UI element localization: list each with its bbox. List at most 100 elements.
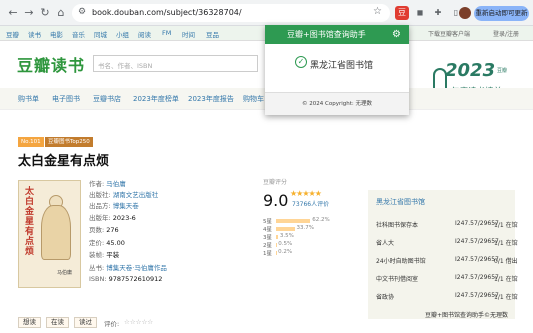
url-text[interactable]: book.douban.com/subject/36328704/ (92, 8, 242, 17)
update-button[interactable]: 重新启动即可更新 (474, 6, 529, 21)
subnav-item-cart[interactable]: 购物车 (243, 94, 264, 104)
rating-bar-percent: 0.2% (278, 249, 293, 255)
want-read-button[interactable]: 想读 (18, 317, 41, 328)
library-row: 社科图书保存本 I247.57/29657 1/1 在馆 (368, 216, 518, 232)
home-icon[interactable]: ⌂ (54, 6, 68, 20)
popup-footer: © 2024 Copyright: 无理数 (265, 92, 409, 115)
rating-stars-icon: ★★★★★ (290, 189, 322, 198)
search-placeholder: 书名、作者、ISBN (98, 62, 153, 70)
search-input[interactable]: 书名、作者、ISBN (93, 55, 258, 72)
library-row-place: 中文书刊借阅室 (376, 276, 419, 283)
topnav-item-douban[interactable]: 豆瓣 (6, 29, 19, 39)
series-link[interactable]: 博集天卷·马伯庸作品 (106, 264, 167, 272)
topnav-item-local[interactable]: 同城 (94, 29, 107, 39)
rating-bar-percent: 33.7% (296, 225, 315, 231)
rank-badge[interactable]: No.101 (18, 137, 44, 147)
subnav-item-annual-report[interactable]: 2023年度报告 (188, 94, 234, 104)
rating-bar-percent: 3.5% (279, 233, 294, 239)
library-holdings-panel: 黑龙江省图书馆 社科图书保存本 I247.57/29657 1/1 在馆省人大 I24… (368, 190, 518, 319)
rating-count[interactable]: 73766人评价 (292, 199, 329, 208)
rating-bar-star: 5星 (263, 219, 272, 225)
forward-icon[interactable]: → (22, 6, 36, 20)
producer-link[interactable]: 博集天卷 (113, 202, 139, 210)
cover-title: 太白金星有点烦 (25, 187, 35, 257)
topnav-item-movie[interactable]: 电影 (50, 29, 63, 39)
library-row: 省政协 I247.57/29657 1/1 在馆 (368, 288, 518, 304)
info-producer: 出品方: 博集天卷 (89, 202, 139, 210)
rating-score: 9.0 (263, 191, 289, 210)
douban-read-logo[interactable]: 豆瓣读书 (17, 52, 85, 76)
library-panel-title[interactable]: 黑龙江省图书馆 (376, 197, 425, 207)
back-icon[interactable]: ← (6, 6, 20, 20)
top250-badge[interactable]: 豆瓣图书Top250 (45, 137, 93, 147)
subnav-item-store[interactable]: 豆瓣书店 (93, 94, 121, 104)
library-row-callno: I247.57/29657 (455, 274, 499, 281)
info-isbn: ISBN: 9787572610912 (89, 275, 163, 283)
rating-bar-star: 1星 (263, 251, 272, 257)
library-row-status: 1/1 在馆 (494, 294, 518, 301)
reload-icon[interactable]: ↻ (38, 6, 52, 20)
library-row-place: 24小时自助图书馆 (376, 258, 426, 265)
rating-bar-percent: 62.2% (312, 217, 330, 223)
library-helper-popup: 豆瓣+图书馆查询助手 ⚙ ✓ 黑龙江省图书馆 © 2024 Copyright:… (265, 25, 409, 115)
library-row-place: 省人大 (376, 240, 395, 247)
info-binding: 装帧: 平装 (89, 251, 120, 259)
library-panel-footer: 豆瓣+图书馆查询助手©无理数 (425, 312, 509, 319)
subnav-item-ebook[interactable]: 电子图书 (52, 94, 80, 104)
cover-figure (41, 205, 71, 260)
bookmark-star-icon[interactable]: ☆ (373, 6, 382, 17)
popup-title: 豆瓣+图书馆查询助手 (287, 30, 366, 39)
avatar[interactable] (459, 7, 471, 19)
banner-year: 2023 (445, 60, 496, 81)
library-row-place: 省政协 (376, 294, 395, 301)
library-row-status: 0/1 借出 (494, 258, 518, 265)
gear-icon[interactable]: ⚙ (392, 25, 401, 44)
info-pubyear: 出版年: 2023-6 (89, 214, 136, 222)
rating-bar-row: 1星 0.2% (263, 249, 353, 257)
subnav-item-annual-list[interactable]: 2023年度榜单 (133, 94, 179, 104)
info-price: 定价: 45.00 (89, 239, 125, 247)
topnav-item-read[interactable]: 读书 (28, 29, 41, 39)
book-title: 太白金星有点烦 (18, 154, 110, 169)
topnav-item-music[interactable]: 音乐 (72, 29, 85, 39)
publisher-link[interactable]: 湖南文艺出版社 (113, 191, 159, 199)
library-row-callno: I247.57/29657 (455, 220, 499, 227)
topnav-item-time[interactable]: 时间 (182, 29, 195, 39)
topnav-item-group[interactable]: 小组 (116, 29, 129, 39)
rating-bar-percent: 0.5% (278, 241, 293, 247)
extension-icon[interactable]: ◼ (413, 6, 427, 20)
address-bar[interactable]: ⚙ book.douban.com/subject/36328704/ ☆ (72, 4, 390, 22)
rating-bar-star: 3星 (263, 235, 272, 241)
browser-toolbar: ← → ↻ ⌂ ⚙ book.douban.com/subject/363287… (0, 0, 533, 26)
rate-stars-icon[interactable]: ☆☆☆☆☆ (124, 318, 153, 326)
book-cover[interactable]: 太白金星有点烦 马伯庸 (18, 180, 81, 288)
topnav-item-fm[interactable]: FM (162, 29, 171, 37)
topnav-item-goods[interactable]: 豆品 (206, 29, 219, 39)
rating-bar-star: 2星 (263, 243, 272, 249)
info-author: 作者: 马伯庸 (89, 180, 126, 188)
douban-extension-icon[interactable]: 豆 (395, 6, 409, 20)
library-row-status: 1/1 在馆 (494, 222, 518, 229)
rating-bar-row: 2星 0.5% (263, 241, 353, 249)
popup-header: 豆瓣+图书馆查询助手 ⚙ (265, 25, 409, 44)
reading-button[interactable]: 在读 (46, 317, 69, 328)
download-app-link[interactable]: 下载豆瓣客户端 (428, 29, 470, 38)
info-series: 丛书: 博集天卷·马伯庸作品 (89, 264, 167, 272)
read-button[interactable]: 读过 (74, 317, 97, 328)
cover-author: 马伯庸 (57, 270, 73, 276)
site-info-icon[interactable]: ⚙ (78, 7, 86, 17)
rate-label: 评价: (104, 320, 120, 328)
subnav-item-booklist[interactable]: 购书单 (18, 94, 39, 104)
login-link[interactable]: 登录/注册 (493, 29, 519, 38)
puzzle-extensions-icon[interactable]: ✚ (431, 6, 445, 20)
topnav-item-reading[interactable]: 阅读 (138, 29, 151, 39)
library-row-callno: I247.57/29657 (455, 238, 499, 245)
popup-library-name[interactable]: 黑龙江省图书馆 (310, 58, 373, 71)
info-publisher: 出版社: 湖南文艺出版社 (89, 191, 159, 199)
rating-bar-row: 3星 3.5% (263, 233, 353, 241)
library-row: 省人大 I247.57/29657 1/1 在馆 (368, 234, 518, 250)
rating-bar-star: 4星 (263, 227, 272, 233)
library-row-status: 1/1 在馆 (494, 276, 518, 283)
author-link[interactable]: 马伯庸 (106, 180, 126, 188)
library-row: 24小时自助图书馆 I247.57/29657 0/1 借出 (368, 252, 518, 268)
